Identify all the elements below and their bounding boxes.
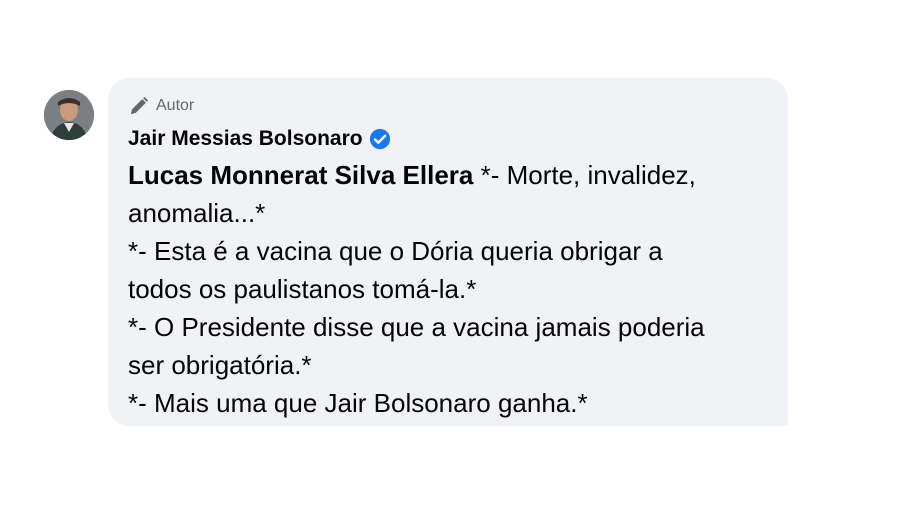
verified-badge-icon [369, 128, 390, 150]
comment-line: Lucas Monnerat Silva Ellera *- Morte, in… [128, 156, 788, 194]
comment-bubble: Autor Jair Messias Bolsonaro Lucas Monne… [108, 78, 788, 426]
comment-line-text: *- Morte, invalidez, [473, 160, 696, 190]
comment-line: ser obrigatória.* [128, 350, 312, 380]
comment-line: *- Esta é a vacina que o Dória queria ob… [128, 236, 663, 266]
mention-link[interactable]: Lucas Monnerat Silva Ellera [128, 160, 473, 190]
pencil-icon [130, 96, 149, 115]
comment-line: todos os paulistanos tomá-la.* [128, 274, 477, 304]
author-badge-label: Autor [156, 97, 195, 114]
author-avatar[interactable] [44, 90, 94, 140]
author-badge: Autor [128, 94, 788, 118]
comment-line: *- O Presidente disse que a vacina jamai… [128, 312, 705, 342]
comment-line: *- Mais uma que Jair Bolsonaro ganha.* [128, 388, 588, 418]
comment-line: anomalia...* [128, 198, 266, 228]
author-name-link[interactable]: Jair Messias Bolsonaro [128, 127, 363, 151]
comment-text: Lucas Monnerat Silva Ellera *- Morte, in… [128, 156, 788, 422]
author-row: Jair Messias Bolsonaro [128, 126, 788, 152]
